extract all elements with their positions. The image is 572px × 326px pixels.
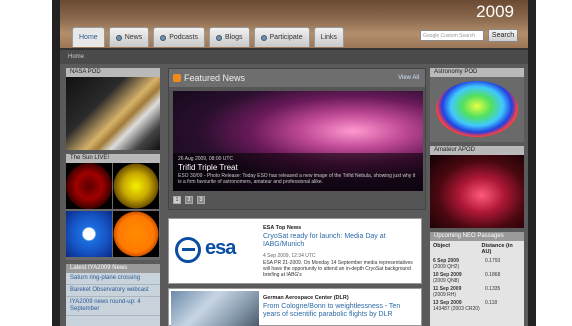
left-border [52, 0, 60, 326]
tab-home[interactable]: Home [72, 27, 105, 47]
featured-header: Featured News [169, 69, 425, 87]
sun-image-yellow[interactable] [113, 163, 159, 209]
main-nav: Home News Podcasts Blogs Participate Lin… [72, 27, 344, 47]
astronomy-pod-image[interactable] [436, 81, 518, 137]
neo-object[interactable]: 143487 (2003 CR20) [433, 306, 480, 312]
news-icon [115, 34, 122, 41]
sun-image-orange[interactable] [113, 211, 159, 257]
latest-news-link[interactable]: Saturn ring-plane crossing [66, 273, 160, 285]
webpage: 2009 Home News Podcasts Blogs Participat… [60, 0, 528, 326]
sun-image-red[interactable] [66, 163, 112, 209]
neo-object[interactable]: (2009 RH) [433, 292, 456, 298]
amateur-apod-box: Amateur APOD [430, 146, 524, 228]
news-description: ESA PR 21-2009. On Monday 14 September m… [263, 260, 413, 278]
tab-blogs[interactable]: Blogs [209, 27, 250, 47]
news-source: German Aerospace Center (DLR) [263, 295, 349, 301]
neo-row: 10 Sep 2009 (2009 QN8) 0.1868 [430, 271, 524, 285]
featured-caption: 26 Aug 2009, 08:00 UTC Trifid Triple Tre… [173, 153, 423, 191]
amateur-apod-title: Amateur APOD [430, 146, 524, 155]
astronomy-pod-box: Astronomy POD [430, 68, 524, 142]
neo-row: 13 Sep 2009 143487 (2003 CR20) 0.118 [430, 299, 524, 313]
featured-date: 26 Aug 2009, 08:00 UTC [178, 156, 234, 162]
featured-story-title[interactable]: Trifid Triple Treat [178, 163, 418, 172]
neo-passages-box: Upcoming NEO Passages Object Distance (i… [430, 232, 524, 326]
featured-description: ESO 30/09 - Photo Release: Today ESO has… [178, 173, 416, 185]
news-source: ESA Top News [263, 225, 302, 231]
site-header: 2009 Home News Podcasts Blogs Participat… [60, 0, 528, 48]
page-button[interactable]: 1 [173, 196, 181, 204]
blogs-icon [216, 34, 222, 41]
esa-logo-ring [175, 237, 201, 263]
right-border [528, 0, 536, 326]
search-button[interactable]: Search [488, 29, 518, 42]
nasa-pod-title: NASA POD [66, 68, 160, 77]
breadcrumb-bar: Home [60, 48, 528, 64]
news-date: 4 Sep 2009, 12:34 UTC [263, 253, 316, 259]
screenshot-frame: 2009 Home News Podcasts Blogs Participat… [0, 0, 572, 326]
tab-label: Blogs [225, 34, 243, 41]
view-all-link[interactable]: View All [398, 75, 419, 81]
neo-distance: 0.1335 [485, 286, 501, 292]
neo-row: 11 Sep 2009 (2009 RH) 0.1335 [430, 285, 524, 299]
sun-live-title: The Sun LIVE! [66, 154, 160, 163]
latest-news-box: Latest IYA2009 News Saturn ring-plane cr… [66, 264, 160, 326]
tab-links[interactable]: Links [313, 27, 344, 47]
latest-news-link[interactable]: IYA2009 news round-up: 4 September [66, 297, 160, 316]
nasa-pod-box: NASA POD [66, 68, 160, 150]
search-input[interactable]: Google Custom Search [420, 30, 484, 41]
amateur-apod-image[interactable] [430, 155, 524, 228]
news-item-esa: esa ESA Top News CryoSat ready for launc… [168, 218, 422, 284]
news-title[interactable]: CryoSat ready for launch: Media Day at I… [263, 233, 419, 249]
tab-participate[interactable]: Participate [253, 27, 310, 47]
news-item-dlr: German Aerospace Center (DLR) From Colog… [168, 288, 422, 326]
header-year: 2009 [476, 2, 514, 21]
tab-news[interactable]: News [108, 27, 150, 47]
nasa-pod-image[interactable] [66, 77, 160, 150]
tab-label: Participate [269, 34, 303, 41]
neo-col-distance: Distance (in AU) [481, 243, 513, 255]
esa-logo: esa [171, 223, 259, 279]
neo-object[interactable]: (2009 QN8) [433, 278, 459, 284]
rss-icon[interactable] [173, 74, 181, 82]
sun-image-corona[interactable] [66, 211, 112, 257]
neo-col-object: Object [433, 243, 451, 249]
latest-news-title: Latest IYA2009 News [66, 264, 160, 273]
breadcrumb[interactable]: Home [68, 54, 84, 60]
sun-live-box: The Sun LIVE! [66, 154, 160, 260]
tab-label: Podcasts [169, 34, 198, 41]
dlr-news-image[interactable] [171, 291, 259, 326]
featured-pager: 1 2 3 [173, 196, 205, 204]
neo-row: 6 Sep 2009 (2009 QH2) 0.1793 [430, 257, 524, 271]
neo-table-header: Object Distance (in AU) [430, 241, 524, 257]
news-title[interactable]: From Cologne/Bonn to weightlessness - Te… [263, 303, 419, 319]
neo-title: Upcoming NEO Passages [430, 232, 524, 241]
tab-label: News [124, 34, 143, 41]
tab-label: Home [79, 34, 98, 41]
page-button[interactable]: 2 [185, 196, 193, 204]
featured-title: Featured News [184, 73, 246, 83]
featured-news-panel: Featured News View All 26 Aug 2009, 08:0… [168, 68, 426, 210]
neo-distance: 0.1868 [485, 272, 501, 278]
page-button[interactable]: 3 [197, 196, 205, 204]
tab-podcasts[interactable]: Podcasts [153, 27, 205, 47]
astronomy-pod-title: Astronomy POD [430, 68, 524, 77]
esa-logo-text: esa [205, 237, 236, 259]
tab-label: Links [320, 34, 337, 41]
neo-distance: 0.118 [485, 300, 498, 306]
participate-icon [260, 34, 267, 41]
podcasts-icon [160, 34, 167, 41]
neo-object[interactable]: (2009 QH2) [433, 264, 459, 270]
latest-news-link[interactable]: Bareket Observatory webcast [66, 285, 160, 297]
neo-distance: 0.1793 [485, 258, 501, 264]
